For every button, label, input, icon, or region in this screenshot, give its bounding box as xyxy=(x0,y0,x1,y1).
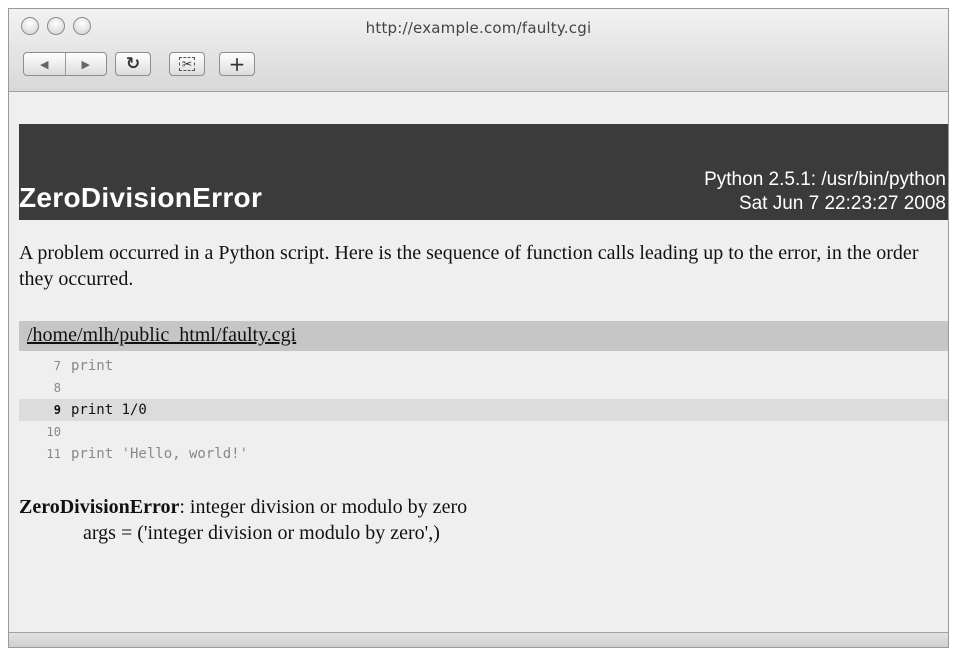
back-arrow-icon: ◀ xyxy=(40,57,49,71)
code-line: 10 xyxy=(19,421,948,443)
reload-icon: ↻ xyxy=(125,54,141,74)
scissors-icon: ✂ xyxy=(178,57,196,71)
code-line: 8 xyxy=(19,377,948,399)
address-text[interactable]: http://example.com/faulty.cgi xyxy=(9,19,948,37)
error-meta: Python 2.5.1: /usr/bin/python Sat Jun 7 … xyxy=(704,168,946,216)
file-bar: /home/mlh/public_html/faulty.cgi xyxy=(19,321,948,351)
exception-line: ZeroDivisionError: integer division or m… xyxy=(19,494,938,520)
add-bookmark-button[interactable]: + xyxy=(219,52,255,76)
code-text: print xyxy=(71,358,114,374)
code-line: 11 print 'Hello, world!' xyxy=(19,443,948,465)
exception-message: : integer division or modulo by zero xyxy=(179,496,468,518)
code-line-highlighted: 9 print 1/0 xyxy=(19,399,948,421)
error-date: Sat Jun 7 22:23:27 2008 xyxy=(738,193,946,214)
code-listing: 7 print 8 9 print 1/0 10 11 print 'Hello… xyxy=(19,355,948,465)
line-number: 11 xyxy=(46,447,61,461)
line-number: 9 xyxy=(53,403,61,417)
back-forward-buttons: ◀ ▶ xyxy=(23,52,107,76)
file-path-link[interactable]: /home/mlh/public_html/faulty.cgi xyxy=(27,324,296,347)
browser-titlebar: http://example.com/faulty.cgi ◀ ▶ ↻ ✂ + xyxy=(9,9,948,92)
line-number: 7 xyxy=(53,359,61,373)
reload-button[interactable]: ↻ xyxy=(115,52,151,76)
python-info: Python 2.5.1: /usr/bin/python xyxy=(704,169,946,190)
intro-text: A problem occurred in a Python script. H… xyxy=(19,242,919,290)
status-bar xyxy=(9,632,948,647)
forward-button[interactable]: ▶ xyxy=(66,53,107,75)
exception-details: ZeroDivisionError: integer division or m… xyxy=(19,494,938,546)
code-text: print 1/0 xyxy=(71,402,147,418)
snip-button[interactable]: ✂ xyxy=(169,52,205,76)
exception-args: args = ('integer division or modulo by z… xyxy=(83,522,440,544)
code-line: 7 print xyxy=(19,355,948,377)
plus-icon: + xyxy=(228,52,246,76)
error-title: ZeroDivisionError xyxy=(19,182,263,213)
page-content: ZeroDivisionError Python 2.5.1: /usr/bin… xyxy=(9,92,948,633)
error-banner: ZeroDivisionError Python 2.5.1: /usr/bin… xyxy=(19,124,948,220)
exception-name: ZeroDivisionError xyxy=(19,496,180,518)
code-text: print 'Hello, world!' xyxy=(71,446,249,462)
back-button[interactable]: ◀ xyxy=(24,53,66,75)
forward-arrow-icon: ▶ xyxy=(81,57,90,71)
line-number: 8 xyxy=(53,381,61,395)
browser-window: http://example.com/faulty.cgi ◀ ▶ ↻ ✂ + … xyxy=(8,8,949,648)
line-number: 10 xyxy=(46,425,61,439)
